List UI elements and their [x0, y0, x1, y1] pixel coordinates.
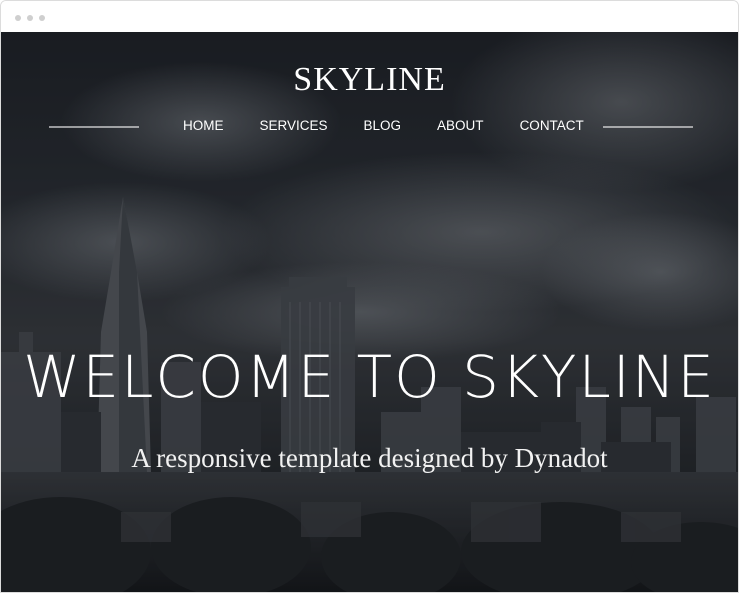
nav-divider-left [49, 126, 139, 128]
nav-link-contact[interactable]: CONTACT [502, 117, 602, 135]
window-control-dot-icon[interactable] [39, 15, 45, 21]
window-titlebar [1, 1, 738, 31]
nav-link-services[interactable]: SERVICES [242, 117, 346, 135]
nav-link-about[interactable]: ABOUT [419, 117, 502, 135]
window-control-dot-icon[interactable] [15, 15, 21, 21]
main-navigation: HOME SERVICES BLOG ABOUT CONTACT [165, 117, 584, 135]
nav-link-blog[interactable]: BLOG [346, 117, 420, 135]
nav-divider-right [603, 126, 693, 128]
site-logo-text[interactable]: SKYLINE [1, 62, 738, 98]
hero-subheadline: A responsive template designed by Dynado… [131, 443, 608, 473]
window-control-dot-icon[interactable] [27, 15, 33, 21]
hero-section: SKYLINE HOME SERVICES BLOG ABOUT CONTACT… [1, 32, 738, 592]
nav-link-home[interactable]: HOME [165, 117, 242, 135]
hero-headline: WELCOME TO SKYLINE [23, 343, 716, 411]
browser-window: SKYLINE HOME SERVICES BLOG ABOUT CONTACT… [0, 0, 739, 593]
